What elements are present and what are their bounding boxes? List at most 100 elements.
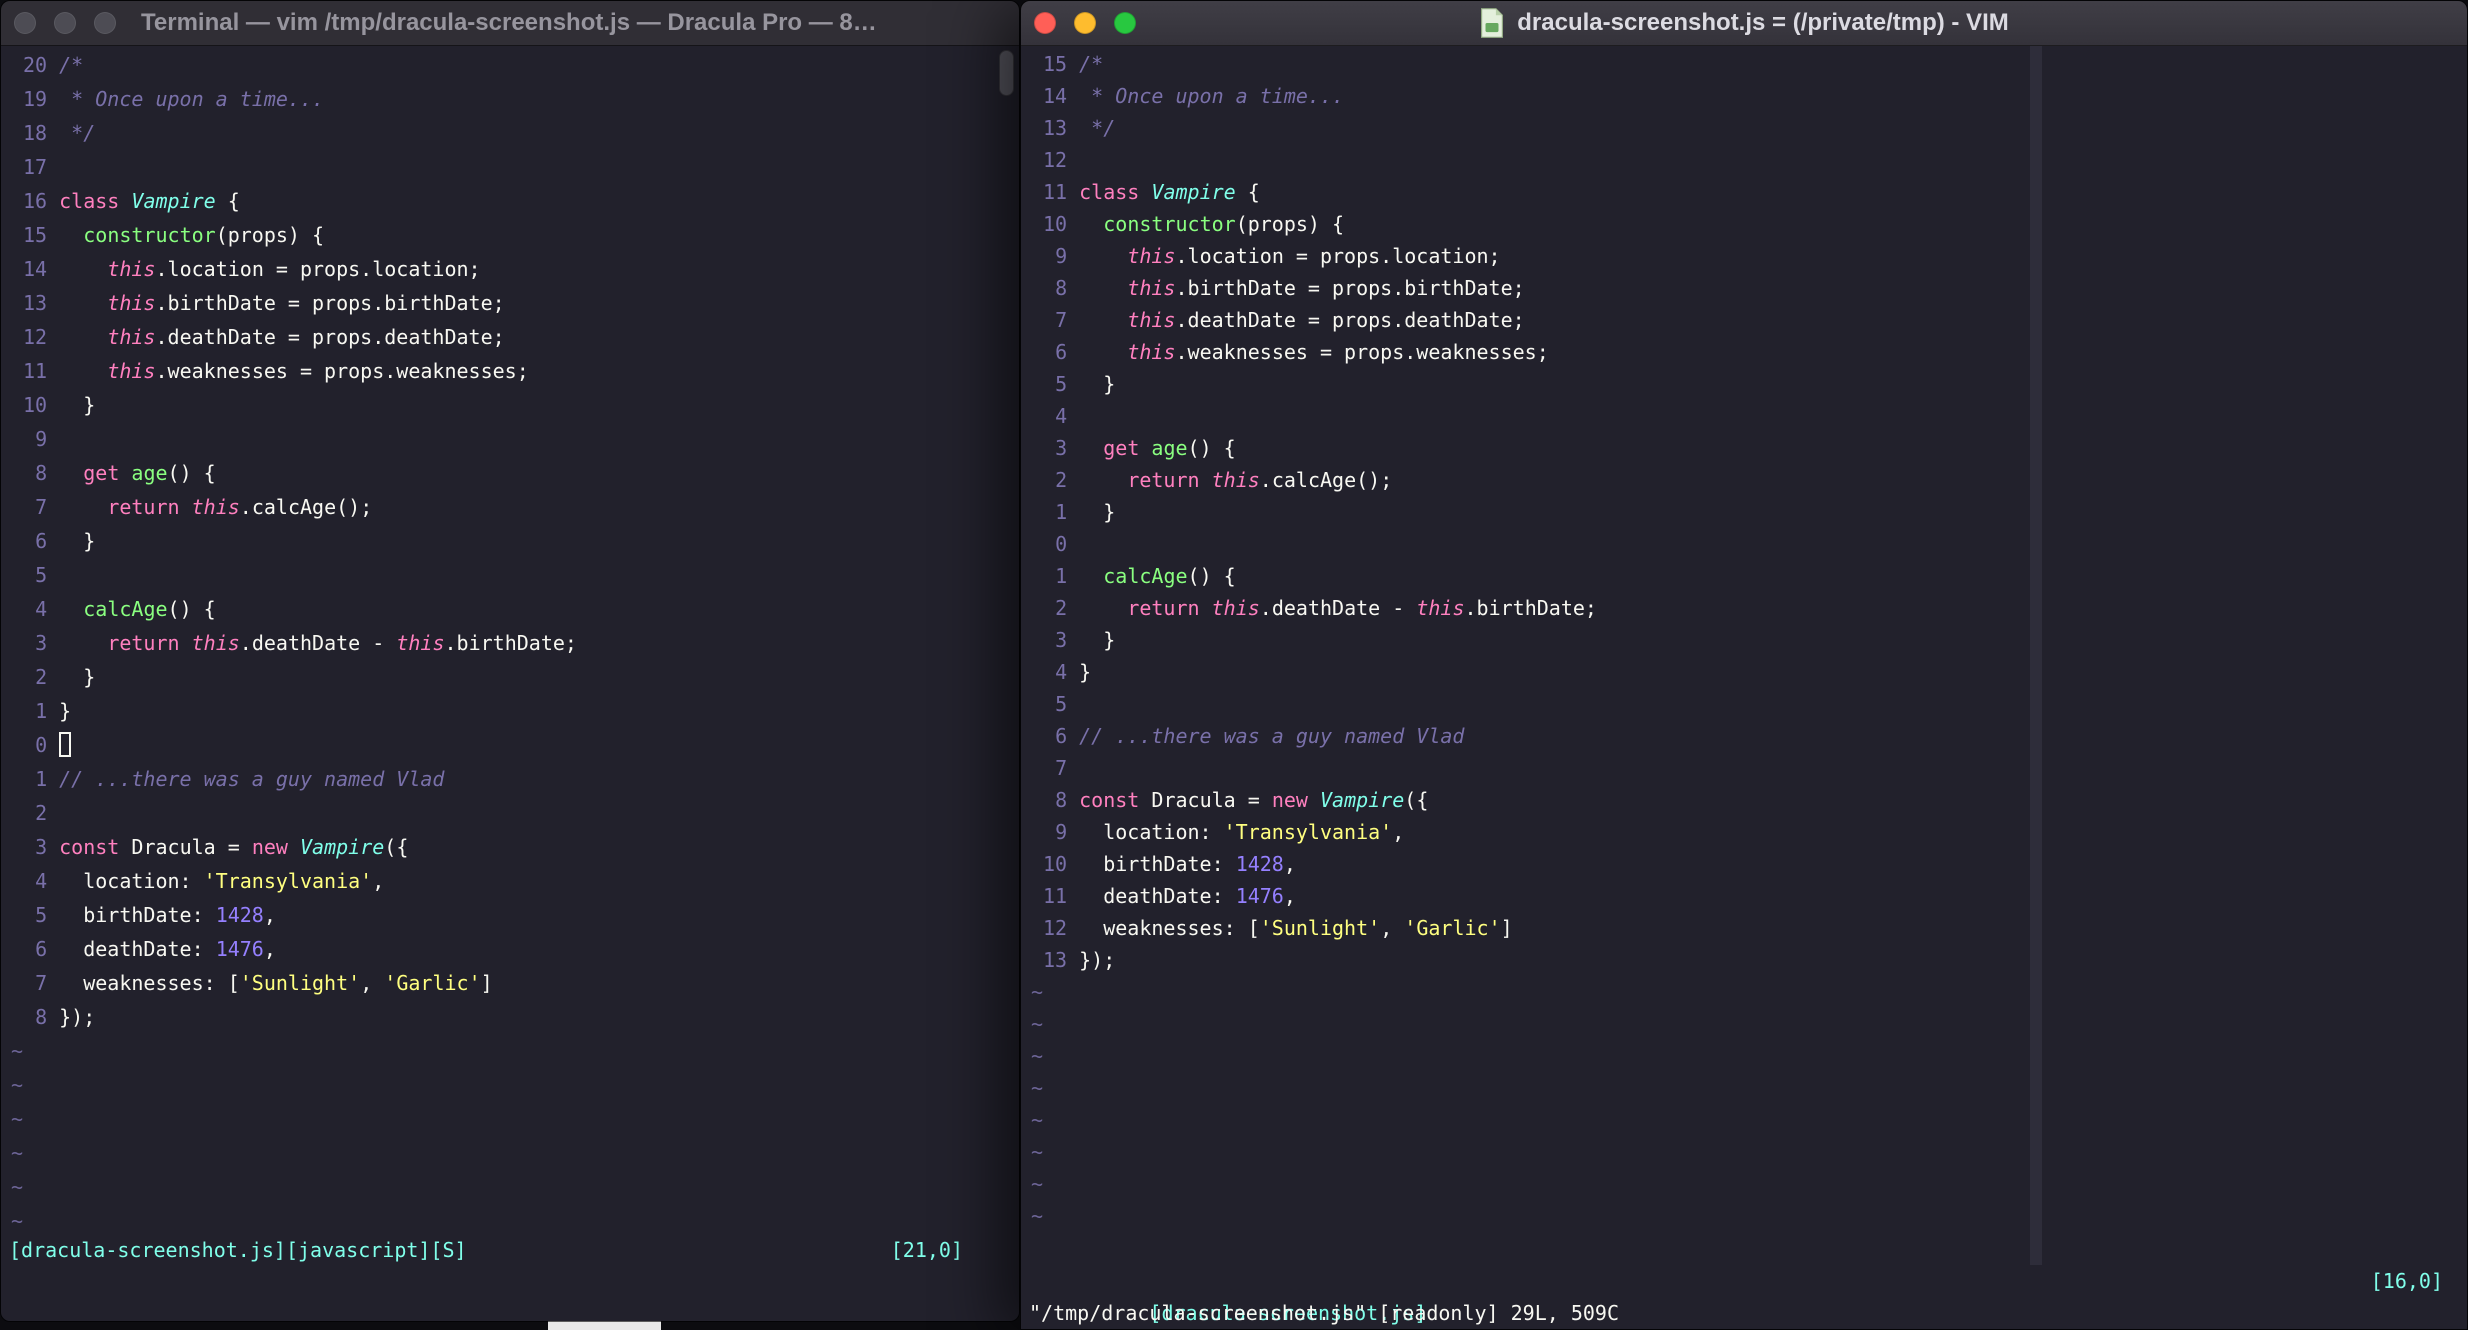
code-text: } xyxy=(1079,372,1115,396)
code-token: 1428 xyxy=(1235,852,1284,876)
line-number: 14 xyxy=(1043,84,1068,108)
code-token: birthDate: xyxy=(1079,852,1236,876)
code-text: } xyxy=(59,393,95,417)
code-token: this xyxy=(191,495,240,519)
zoom-button[interactable] xyxy=(94,12,116,34)
terminal-titlebar[interactable]: Terminal — vim /tmp/dracula-screenshot.j… xyxy=(1,1,1019,46)
code-token: (props) { xyxy=(215,223,325,247)
zoom-button[interactable] xyxy=(1114,12,1136,34)
code-token: ({ xyxy=(384,835,409,859)
code-text: * Once upon a time... xyxy=(1079,84,1344,108)
code-text: this.birthDate = props.birthDate; xyxy=(1079,276,1525,300)
line-number: 13 xyxy=(1043,116,1068,140)
code-line: 17 xyxy=(11,150,1019,184)
empty-buffer-line: ~ xyxy=(11,1068,1019,1102)
code-token: // ...there was a guy named Vlad xyxy=(59,767,445,791)
code-token: get xyxy=(1103,436,1140,460)
statusline-cursor-position: [16,0] xyxy=(2370,1269,2443,1293)
code-token: }); xyxy=(59,1005,96,1029)
line-number: 12 xyxy=(1043,916,1068,940)
code-line: 10 } xyxy=(11,388,1019,422)
line-number: 3 xyxy=(35,631,48,655)
code-line: 4 location: 'Transylvania', xyxy=(11,864,1019,898)
line-number: 12 xyxy=(1043,148,1068,172)
code-line: 15 constructor(props) { xyxy=(11,218,1019,252)
code-line: 5 xyxy=(1031,688,2467,720)
code-text: location: 'Transylvania', xyxy=(59,869,384,893)
code-line: 2 xyxy=(11,796,1019,830)
tilde-marker: ~ xyxy=(1031,1076,1044,1100)
code-token: , xyxy=(1283,884,1296,908)
minimize-button[interactable] xyxy=(1074,12,1096,34)
code-token: .deathDate - xyxy=(1259,596,1417,620)
code-token: }); xyxy=(1079,948,1116,972)
code-token: .weaknesses = props.weaknesses; xyxy=(155,359,529,383)
vim-message-line: "/tmp/dracula-screenshot.js" [readonly] … xyxy=(1029,1301,1620,1325)
empty-buffer-line: ~ xyxy=(11,1136,1019,1170)
code-line: 0 xyxy=(11,728,1019,762)
empty-buffer-line: ~ xyxy=(11,1170,1019,1204)
titlebar-center: dracula-screenshot.js = (/private/tmp) -… xyxy=(1151,7,2337,39)
code-line: 6 this.weaknesses = props.weaknesses; xyxy=(1031,336,2467,368)
code-line: 14 this.location = props.location; xyxy=(11,252,1019,286)
code-token: this xyxy=(107,291,156,315)
code-token: 'Transylvania' xyxy=(203,869,373,893)
close-button[interactable] xyxy=(1034,12,1056,34)
code-text: class Vampire { xyxy=(59,189,240,213)
code-text: calcAge() { xyxy=(59,597,215,621)
code-token: .calcAge(); xyxy=(1259,468,1393,492)
macvim-buffer[interactable]: 15/* 14 * Once upon a time... 13 */12 11 cla… xyxy=(1021,46,2467,1329)
minimize-button[interactable] xyxy=(54,12,76,34)
close-button[interactable] xyxy=(14,12,36,34)
code-text: constructor(props) { xyxy=(1079,212,1344,236)
code-line: 4} xyxy=(1031,656,2467,688)
tilde-marker: ~ xyxy=(1031,980,1044,1004)
line-number: 1 xyxy=(1055,564,1068,588)
code-token: Vampire xyxy=(1151,180,1236,204)
tilde-marker: ~ xyxy=(1031,1140,1044,1164)
code-line: 12 this.deathDate = props.deathDate; xyxy=(11,320,1019,354)
document-proxy-icon[interactable] xyxy=(1479,7,1505,39)
code-line: 6 deathDate: 1476, xyxy=(11,932,1019,966)
scrollbar-thumb[interactable] xyxy=(999,50,1014,96)
code-line: 13 */ xyxy=(1031,112,2467,144)
code-token: this xyxy=(1416,596,1465,620)
terminal-vim-buffer[interactable]: 20/* 19 * Once upon a time... 18 */17 16 cla… xyxy=(1,46,1019,1321)
code-token: .birthDate = props.birthDate; xyxy=(1175,276,1525,300)
line-number: 18 xyxy=(23,121,48,145)
code-token: 1476 xyxy=(215,937,264,961)
window-title: Terminal — vim /tmp/dracula-screenshot.j… xyxy=(141,9,889,36)
code-token: } xyxy=(1079,500,1116,524)
code-token: 1428 xyxy=(215,903,264,927)
macvim-titlebar[interactable]: dracula-screenshot.js = (/private/tmp) -… xyxy=(1021,1,2467,46)
line-number: 9 xyxy=(1055,820,1068,844)
line-number: 11 xyxy=(1043,884,1068,908)
line-number: 15 xyxy=(23,223,48,247)
line-number: 6 xyxy=(1055,724,1068,748)
code-line: 11 this.weaknesses = props.weaknesses; xyxy=(11,354,1019,388)
code-token: , xyxy=(263,937,276,961)
line-number: 19 xyxy=(23,87,48,111)
code-token: weaknesses: [ xyxy=(1079,916,1260,940)
code-line: 5 } xyxy=(1031,368,2467,400)
code-line: 14 * Once upon a time... xyxy=(1031,80,2467,112)
code-text: weaknesses: ['Sunlight', 'Garlic'] xyxy=(1079,916,1512,940)
empty-buffer-line: ~ xyxy=(1031,1040,2467,1072)
empty-buffer-line: ~ xyxy=(1031,976,2467,1008)
code-line: 3 get age() { xyxy=(1031,432,2467,464)
code-text: } xyxy=(59,665,95,689)
code-token: 'Transylvania' xyxy=(1223,820,1393,844)
line-number: 11 xyxy=(23,359,48,383)
code-line: 7 this.deathDate = props.deathDate; xyxy=(1031,304,2467,336)
code-token: ({ xyxy=(1404,788,1429,812)
traffic-lights xyxy=(1021,12,1151,34)
line-number: 2 xyxy=(1055,596,1068,620)
code-line: 5 xyxy=(11,558,1019,592)
code-token: (props) { xyxy=(1235,212,1345,236)
tilde-marker: ~ xyxy=(1031,1172,1044,1196)
